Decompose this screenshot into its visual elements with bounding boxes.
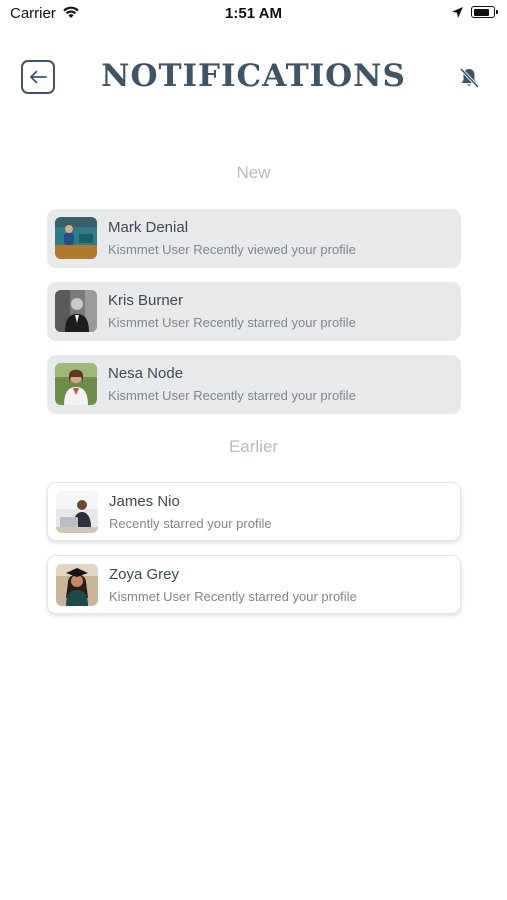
notification-message: Kismmet User Recently starred your profi… <box>108 388 356 403</box>
notification-name: Mark Denial <box>108 219 189 236</box>
bell-off-button[interactable] <box>456 65 482 91</box>
bell-off-icon <box>459 67 480 89</box>
notification-name: James Nio <box>109 493 180 510</box>
notification-message: Recently starred your profile <box>109 516 272 531</box>
avatar <box>55 363 97 405</box>
avatar <box>56 564 98 606</box>
notification-message: Kismmet User Recently starred your profi… <box>109 589 357 604</box>
notification-name: Zoya Grey <box>109 566 180 583</box>
battery-icon <box>471 6 498 18</box>
battery-level <box>473 8 489 16</box>
notification-card[interactable]: James Nio Recently starred your profile <box>47 482 461 541</box>
section-label-new: New <box>236 163 271 182</box>
section-label-earlier: Earlier <box>228 437 279 456</box>
notification-card[interactable]: Nesa Node Kismmet User Recently starred … <box>47 355 461 414</box>
avatar <box>55 290 97 332</box>
avatar <box>55 217 97 259</box>
notification-message: Kismmet User Recently starred your profi… <box>108 315 356 330</box>
page-title: NOTIFICATIONS <box>101 58 406 94</box>
notification-message: Kismmet User Recently viewed your profil… <box>108 242 356 257</box>
notification-name: Kris Burner <box>108 292 184 309</box>
status-bar: Carrier 1:51 AM <box>0 0 507 30</box>
notification-card[interactable]: Mark Denial Kismmet User Recently viewed… <box>47 209 461 268</box>
clock: 1:51 AM <box>225 5 282 22</box>
notification-name: Nesa Node <box>108 365 184 382</box>
notification-card[interactable]: Zoya Grey Kismmet User Recently starred … <box>47 555 461 614</box>
avatar <box>56 491 98 533</box>
notification-card[interactable]: Kris Burner Kismmet User Recently starre… <box>47 282 461 341</box>
location-arrow-icon <box>451 6 464 24</box>
